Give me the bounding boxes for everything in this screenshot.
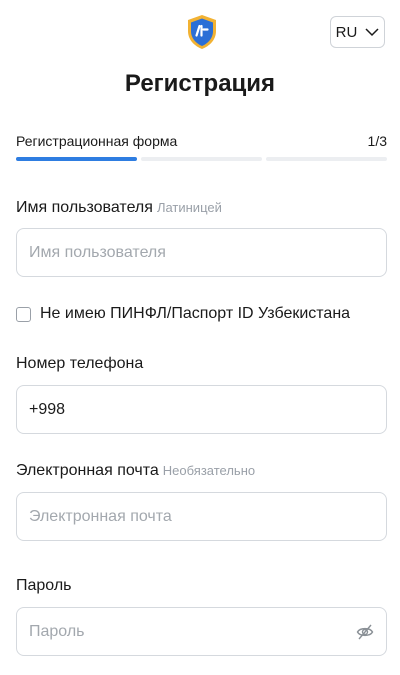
phone-label: Номер телефона — [16, 355, 144, 372]
username-label-text: Имя пользователя — [16, 199, 153, 216]
email-hint: Необязательно — [162, 463, 256, 478]
no-pinfl-label: Не имею ПИНФЛ/Паспорт ID Узбекистана — [40, 305, 351, 322]
no-pinfl-option[interactable]: Не имею ПИНФЛ/Паспорт ID Узбекистана — [16, 305, 350, 323]
page-title: Регистрация — [124, 70, 276, 97]
step-indicator: Регистрационная форма 1/3 — [16, 133, 387, 149]
no-pinfl-checkbox[interactable] — [16, 306, 31, 322]
step-progress-bar — [16, 157, 387, 161]
username-label: Имя пользователя Латиницей — [16, 199, 222, 217]
progress-segment — [141, 157, 262, 161]
step-label: Регистрационная форма — [16, 133, 178, 149]
password-label: Пароль — [16, 577, 72, 594]
email-label: Электронная почта Необязательно — [16, 462, 255, 480]
shield-logo-icon — [186, 14, 218, 50]
username-hint: Латиницей — [156, 200, 222, 215]
username-input[interactable] — [29, 229, 346, 276]
step-counter: 1/3 — [367, 133, 387, 149]
phone-input[interactable] — [29, 386, 346, 433]
eye-off-icon[interactable] — [356, 623, 374, 641]
progress-segment — [266, 157, 387, 161]
chevron-down-icon — [365, 28, 379, 37]
password-field-box — [16, 607, 387, 656]
progress-segment — [16, 157, 137, 161]
password-input[interactable] — [29, 608, 346, 655]
email-field-box — [16, 492, 387, 541]
username-field-box — [16, 228, 387, 277]
phone-field-box — [16, 385, 387, 434]
language-selector[interactable]: RU — [330, 16, 385, 48]
email-label-text: Электронная почта — [16, 462, 159, 479]
email-input[interactable] — [29, 493, 346, 540]
language-label: RU — [335, 23, 358, 41]
